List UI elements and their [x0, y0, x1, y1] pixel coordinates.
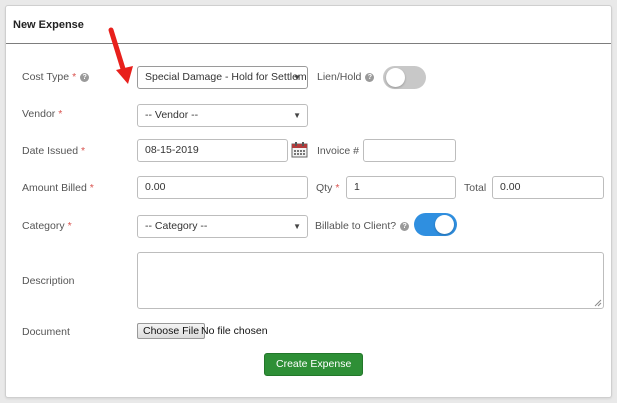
billable-label-text: Billable to Client? — [315, 220, 397, 232]
cost-type-value: Special Damage - Hold for Settlem — [145, 71, 307, 83]
billable-toggle[interactable] — [414, 213, 457, 236]
calendar-icon[interactable] — [291, 141, 308, 158]
create-expense-button[interactable]: Create Expense — [264, 353, 364, 376]
cost-type-select[interactable]: Special Damage - Hold for Settlem ▼ — [137, 66, 308, 89]
amount-billed-label-text: Amount Billed — [22, 182, 87, 194]
total-value: 0.00 — [500, 181, 521, 193]
date-issued-label-text: Date Issued — [22, 145, 79, 157]
vendor-select[interactable]: -- Vendor -- ▼ — [137, 104, 308, 127]
vendor-label-text: Vendor — [22, 108, 56, 120]
cost-type-label-text: Cost Type — [22, 71, 70, 83]
qty-input[interactable]: 1 — [346, 176, 456, 199]
dropdown-caret-icon: ▼ — [293, 73, 301, 82]
category-label: Category * — [22, 220, 72, 232]
choose-file-button[interactable]: Choose File — [137, 323, 206, 339]
invoice-input[interactable] — [363, 139, 456, 162]
dropdown-caret-icon: ▼ — [293, 111, 301, 120]
panel-title: New Expense — [13, 19, 84, 31]
red-arrow-annotation — [108, 27, 133, 84]
dropdown-caret-icon: ▼ — [293, 222, 301, 231]
category-select[interactable]: -- Category -- ▼ — [137, 215, 308, 238]
document-label: Document — [22, 326, 70, 338]
date-issued-value: 08-15-2019 — [145, 144, 199, 156]
file-status-text: No file chosen — [201, 325, 268, 337]
required-marker: * — [72, 71, 77, 83]
description-label: Description — [22, 275, 75, 287]
new-expense-panel: New Expense — [5, 5, 612, 398]
required-marker: * — [335, 182, 340, 194]
vendor-value: -- Vendor -- — [145, 109, 199, 121]
resize-grip-icon[interactable] — [594, 299, 602, 307]
total-input[interactable]: 0.00 — [492, 176, 604, 199]
billable-label: Billable to Client?? — [315, 220, 410, 232]
category-label-text: Category — [22, 220, 65, 232]
help-icon[interactable]: ? — [400, 222, 410, 231]
required-marker: * — [67, 220, 72, 232]
qty-label: Qty * — [316, 182, 339, 194]
required-marker: * — [58, 108, 63, 120]
date-issued-label: Date Issued * — [22, 145, 85, 157]
help-icon[interactable]: ? — [365, 73, 375, 82]
qty-label-text: Qty — [316, 182, 333, 194]
amount-billed-label: Amount Billed * — [22, 182, 94, 194]
toggle-knob — [386, 68, 405, 87]
invoice-label: Invoice # — [317, 145, 360, 157]
lien-hold-label-text: Lien/Hold — [317, 71, 362, 83]
amount-billed-value: 0.00 — [145, 181, 166, 193]
category-value: -- Category -- — [145, 220, 208, 232]
vendor-label: Vendor * — [22, 108, 62, 120]
cost-type-label: Cost Type *? — [22, 71, 90, 83]
lien-hold-label: Lien/Hold? — [317, 71, 375, 83]
help-icon[interactable]: ? — [80, 73, 90, 82]
required-marker: * — [81, 145, 86, 157]
description-textarea[interactable] — [137, 252, 604, 309]
lien-hold-toggle[interactable] — [383, 66, 426, 89]
title-divider — [6, 43, 611, 44]
qty-value: 1 — [354, 181, 360, 193]
date-issued-input[interactable]: 08-15-2019 — [137, 139, 288, 162]
total-label: Total — [464, 182, 487, 194]
amount-billed-input[interactable]: 0.00 — [137, 176, 308, 199]
toggle-knob — [435, 215, 454, 234]
required-marker: * — [89, 182, 94, 194]
